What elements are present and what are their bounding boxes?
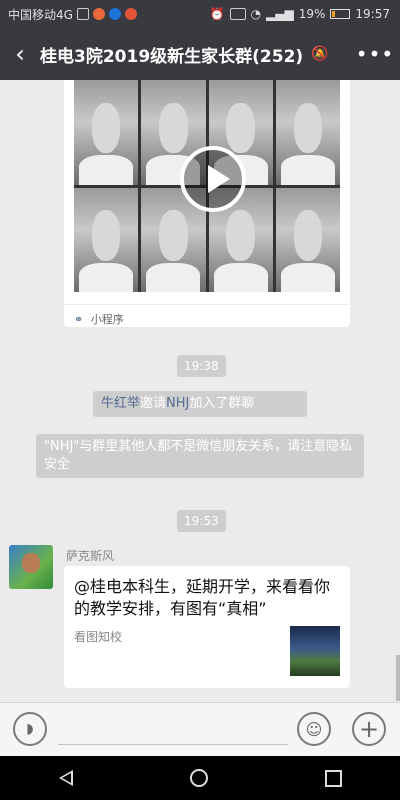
alarm-icon: ⏰ [209,7,225,21]
sim-icon [76,8,89,20]
nav-recent-icon[interactable] [324,769,342,787]
invite-notice: 牛红举邀请NHJ加入了群聊 [93,391,307,417]
status-bar: 中国移动4G ⏰ ◔ ▂▄▆ 19% 19:57 [0,0,400,28]
message-title: @桂电本科生，延期开学，来看看你的教学安排，有图有“真相” [74,577,331,618]
invite-verb: 邀请 [140,396,167,411]
message-input[interactable] [58,744,288,745]
video-card[interactable]: ⚭ 小程序 [64,80,350,327]
more-icon[interactable]: ••• [350,42,400,66]
message-description: 看图知校 [74,630,123,644]
app-icon [124,8,137,20]
mini-program-icon: ⚭ [74,313,84,326]
link-message[interactable]: @桂电本科生，延期开学，来看看你的教学安排，有图有“真相” 看图知校 [64,566,350,688]
chat-header: ‹ 桂电3院2019级新生家长群(252) 🔕 ••• [0,28,400,80]
play-icon[interactable] [180,146,246,212]
inviter-name[interactable]: 牛红举 [101,396,140,411]
wifi-icon: ◔ [250,7,262,21]
app-icon [92,8,105,20]
app-icon [108,8,121,20]
chat-title: 桂电3院2019级新生家长群(252) [40,46,304,67]
hd-icon [229,8,246,20]
emoji-icon[interactable]: ☺ [297,712,331,746]
signal-icon: ▂▄▆ [266,7,294,21]
portrait-image [74,187,139,292]
bell-muted-icon: 🔕 [311,46,329,62]
nav-home-icon[interactable] [189,769,208,787]
card-footer: ⚭ 小程序 [64,304,350,327]
nav-back-icon[interactable] [58,770,73,786]
plus-icon[interactable]: + [352,712,386,746]
mini-program-label: 小程序 [90,313,124,326]
input-bar: ◗ ☺ + [0,702,400,756]
voice-icon[interactable]: ◗ [13,712,47,746]
chat-area[interactable]: ⚭ 小程序 19:38 牛红举邀请NHJ加入了群聊 "NHJ"与群里其他人都不是… [0,80,400,702]
portrait-image [74,80,139,185]
timestamp: 19:38 [177,355,226,377]
sender-name: 萨克斯风 [66,549,115,563]
invitee-name[interactable]: NHJ [166,396,189,411]
battery-percent: 19% [298,7,326,21]
timestamp: 19:53 [177,510,226,532]
portrait-image [275,80,340,185]
portrait-image [275,187,340,292]
carrier-label: 中国移动4G [8,7,73,22]
clock: 19:57 [355,7,390,21]
link-thumbnail [290,626,340,676]
avatar[interactable] [9,545,53,589]
privacy-notice: "NHJ"与群里其他人都不是微信朋友关系，请注意隐私安全 [36,434,364,478]
back-arrow-icon[interactable]: ‹ [0,40,40,68]
scrollbar[interactable] [396,655,400,701]
battery-icon [330,9,351,19]
system-navigation [0,756,400,800]
video-thumbnail-grid[interactable] [74,80,340,292]
invite-suffix: 加入了群聊 [189,396,255,411]
